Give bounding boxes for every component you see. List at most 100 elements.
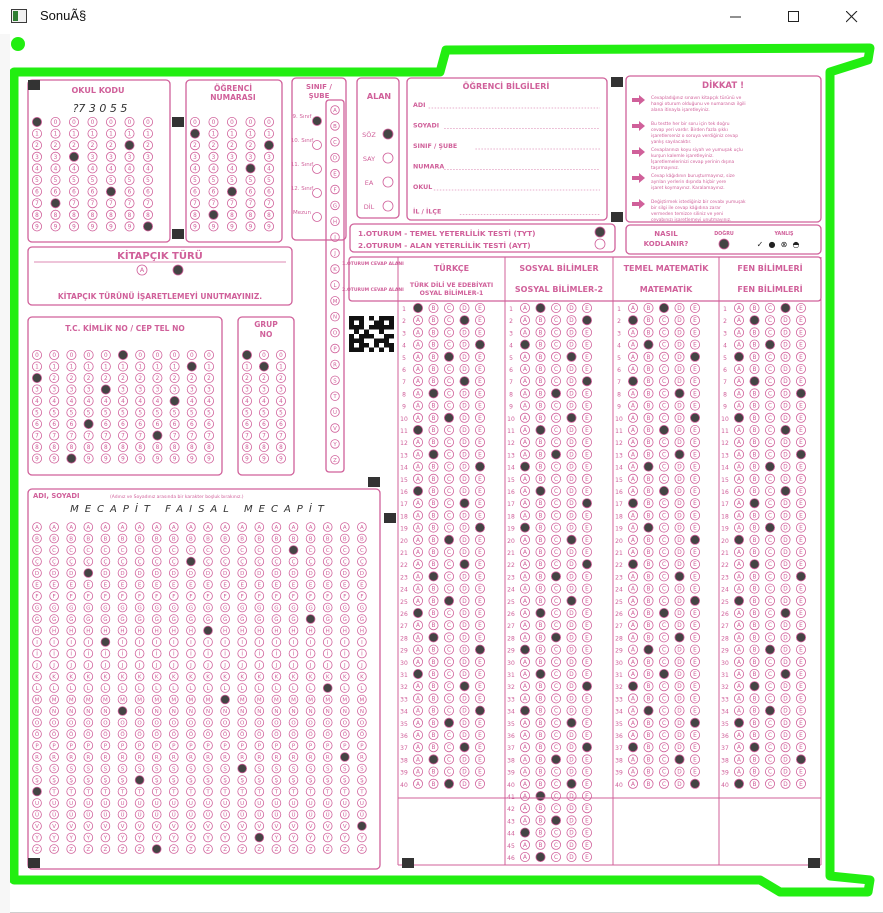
bubble-letter: D <box>462 416 467 422</box>
bubble-letter: A <box>523 794 527 800</box>
bubble-letter: E <box>799 367 803 373</box>
bubble-letter: N <box>333 315 337 321</box>
answer-bubble <box>443 412 454 423</box>
bubble-letter: C <box>768 660 772 666</box>
question-number: 26 <box>721 611 729 618</box>
bubble-letter: U <box>103 801 107 807</box>
bubble-letter: E <box>326 583 330 589</box>
bubble-letter: A <box>631 648 635 654</box>
bubble-letter: P <box>138 744 142 750</box>
bubble-letter: A <box>737 513 741 519</box>
bubble-letter: E <box>585 818 589 824</box>
maximize-button[interactable] <box>771 0 817 34</box>
bubble-letter: E <box>799 501 803 507</box>
bubble-letter: 6 <box>146 190 150 196</box>
bubble-letter: E <box>799 513 803 519</box>
bubble-letter: 5 <box>190 411 194 417</box>
bubble-letter: E <box>585 404 589 410</box>
sinif-sube-title-1: SINIF / <box>306 83 332 91</box>
bubble-letter: E <box>799 330 803 336</box>
bubble-letter: 1 <box>173 365 177 371</box>
bubble-letter: A <box>631 721 635 727</box>
bubble-letter: M <box>171 698 176 704</box>
bubble-letter: I <box>173 640 175 646</box>
bubble-letter: 0 <box>262 353 266 359</box>
bubble-letter: C <box>447 733 451 739</box>
bubble-letter: E <box>223 583 227 589</box>
bubble-letter: 8 <box>35 445 39 451</box>
answer-bubble <box>520 339 531 350</box>
close-button[interactable] <box>829 0 875 34</box>
bubble-letter: C <box>662 526 666 532</box>
name-letter-bubble <box>186 556 196 567</box>
bubble-letter: Y <box>34 836 39 842</box>
bubble-letter: 6 <box>121 422 125 428</box>
bubble-letter: A <box>737 343 741 349</box>
bubble-letter: Z <box>121 847 125 853</box>
bubble-letter: C <box>662 550 666 556</box>
bubble-letter: I <box>276 640 278 646</box>
bubble-letter: 2 <box>70 376 74 382</box>
answer-column-header: TÜRKÇE <box>434 263 469 273</box>
bubble-letter: 3 <box>52 388 56 394</box>
bubble-letter: K <box>292 675 296 681</box>
bubble-letter: A <box>523 379 527 385</box>
bubble-letter: 8 <box>262 445 266 451</box>
bubble-letter: U <box>257 801 261 807</box>
bubble-letter: D <box>569 745 574 751</box>
bubble-letter: L <box>334 283 337 289</box>
bubble-letter: O <box>172 721 177 727</box>
bubble-letter: C <box>554 599 558 605</box>
bubble-letter: G <box>360 606 364 612</box>
bubble-letter: D <box>569 611 574 617</box>
question-number: 46 <box>507 855 515 862</box>
bubble-letter: Ü <box>189 812 193 819</box>
question-number: 32 <box>400 684 408 691</box>
qr-code-cell <box>384 316 389 321</box>
bubble-letter: P <box>258 744 262 750</box>
bubble-letter: B <box>432 733 436 739</box>
bubble-letter: Ş <box>343 778 347 784</box>
bubble-letter: C <box>768 501 772 507</box>
bubble-letter: C <box>554 660 558 666</box>
question-number: 12 <box>721 440 729 447</box>
bubble-letter: D <box>462 526 467 532</box>
bubble-letter: H <box>138 629 142 635</box>
bubble-letter: D <box>462 733 467 739</box>
bubble-letter: 7 <box>267 201 271 207</box>
bubble-letter: J <box>86 663 89 669</box>
bubble-letter: E <box>585 611 589 617</box>
minimize-button[interactable] <box>713 0 759 34</box>
bubble-letter: E <box>799 489 803 495</box>
bubble-letter: 5 <box>87 411 91 417</box>
bubble-letter: N <box>86 709 90 715</box>
dikkat-arrow-icon <box>632 121 645 131</box>
bubble-letter: E <box>693 696 697 702</box>
bubble-letter: G <box>35 606 39 612</box>
bubble-letter: A <box>523 355 527 361</box>
qr-code-cell <box>374 320 379 325</box>
bubble-letter: B <box>753 489 757 495</box>
bubble-letter: B <box>647 562 651 568</box>
bubble-letter: Z <box>360 847 364 853</box>
bubble-letter: D <box>462 721 467 727</box>
bubble-letter: L <box>53 686 57 692</box>
bubble-letter: J <box>309 663 312 669</box>
bubble-letter: C <box>662 770 666 776</box>
question-number: 28 <box>615 635 623 642</box>
bubble-letter: Ğ <box>274 616 278 623</box>
bubble-letter: C <box>447 404 451 410</box>
ogrenci-numarasi-title-2: NUMARASI <box>210 93 256 102</box>
oturum-bubble <box>594 226 606 238</box>
bubble-letter: B <box>753 611 757 617</box>
bubble-letter: Ğ <box>120 616 124 623</box>
ogrenci-bilgileri-field-label: ADI <box>413 102 425 109</box>
bubble-letter: 3 <box>91 155 95 161</box>
bubble-letter: P <box>155 744 159 750</box>
bubble-letter: E <box>585 465 589 471</box>
bubble-letter: 4 <box>267 166 271 172</box>
bubble-letter: 6 <box>173 422 177 428</box>
bubble-letter: J <box>52 663 55 669</box>
bubble-letter: 8 <box>54 213 58 219</box>
bubble-letter: E <box>799 648 803 654</box>
